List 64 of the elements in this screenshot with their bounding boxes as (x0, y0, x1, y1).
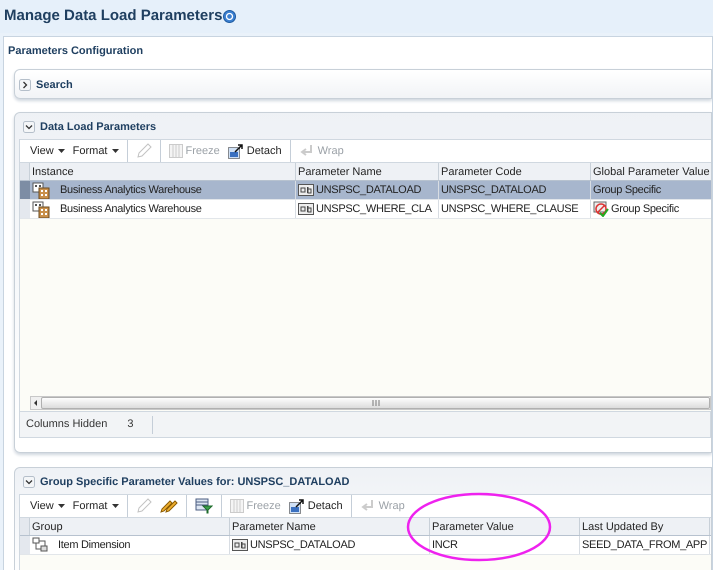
wrap-icon (360, 499, 376, 513)
table-cell-text: UNSPSC_WHERE_CLAUSE (441, 202, 578, 217)
freeze-columns-icon (230, 499, 244, 513)
table-cell-text: Business Analytics Warehouse (60, 182, 202, 198)
grip-icon (372, 400, 380, 406)
column-header[interactable]: Parameter Name (296, 163, 439, 180)
table-cell-text: UNSPSC_DATALOAD (250, 538, 356, 553)
table-cell-text: SEED_DATA_FROM_APP (582, 538, 708, 553)
freeze-columns-icon (168, 144, 182, 158)
horizontal-scrollbar[interactable] (30, 396, 711, 410)
table-row[interactable]: Item Dimension UNSPSC_DATALOAD INCR SEED_DATA_FROM_APP (20, 536, 711, 555)
select-all-corner[interactable] (20, 163, 30, 180)
table-cell-text: Item Dimension (58, 538, 130, 553)
table-cell-text: UNSPSC_WHERE_CLA (316, 202, 432, 217)
row-header[interactable] (20, 200, 30, 218)
hierarchy-icon (32, 537, 48, 553)
table-cell-text: Group Specific (593, 182, 661, 198)
collapse-icon[interactable] (23, 121, 35, 133)
detach-button[interactable]: Detach (284, 498, 347, 514)
panel-title: Group Specific Parameter Values for: UNSPSC_DATALOAD (40, 474, 350, 490)
detach-icon (288, 498, 305, 514)
table-cell-text: Business Analytics Warehouse (60, 202, 202, 217)
detach-button[interactable]: Detach (224, 142, 286, 160)
building-icon (32, 182, 50, 198)
help-icon (223, 10, 236, 23)
text-field-icon (298, 203, 314, 215)
panel-title: Search (36, 78, 73, 93)
row-header[interactable] (20, 536, 30, 554)
collapse-icon[interactable] (23, 476, 35, 488)
column-header[interactable]: Group (30, 518, 230, 535)
column-header[interactable]: Parameter Name (230, 518, 430, 535)
text-field-icon (298, 184, 314, 196)
menu-button[interactable]: View (26, 498, 69, 514)
menu-button[interactable]: Format (68, 142, 122, 160)
column-header[interactable]: Parameter Value (430, 518, 580, 535)
table-cell-text: UNSPSC_DATALOAD (441, 182, 546, 198)
detach-icon (228, 143, 244, 159)
table-cell-text: INCR (432, 538, 458, 553)
wrap-icon (298, 144, 315, 158)
columns-hidden-count: 3 (127, 417, 134, 432)
caret-icon (58, 504, 65, 508)
section-title: Parameters Configuration (8, 44, 144, 59)
caret-icon (112, 504, 118, 508)
caret-icon (58, 149, 65, 153)
table-cell-text: Group Specific (611, 202, 679, 217)
expand-icon[interactable] (19, 79, 31, 91)
row-header[interactable] (20, 181, 30, 199)
columns-hidden-label: Columns Hidden (26, 417, 108, 432)
column-header[interactable]: Global Parameter Value (591, 163, 711, 180)
building-icon (32, 200, 50, 218)
override-icon (593, 201, 609, 217)
column-header[interactable]: Parameter Code (439, 163, 591, 180)
caret-icon (112, 149, 118, 153)
text-field-icon (232, 539, 248, 551)
panel-title: Data Load Parameters (40, 120, 156, 135)
table-row[interactable]: Business Analytics Warehouse UNSPSC_DATALOAD UNSPSC_DATALOAD Group Specific (20, 181, 711, 200)
table-cell-text: UNSPSC_DATALOAD (316, 182, 422, 198)
page-title: Manage Data Load Parameters (4, 6, 222, 26)
menu-button[interactable]: Format (68, 498, 122, 514)
column-header[interactable]: Last Updated By (580, 518, 710, 535)
select-all-corner[interactable] (20, 518, 30, 535)
menu-button[interactable]: View (26, 142, 69, 160)
table-row[interactable]: Business Analytics Warehouse UNSPSC_WHERE_CLA UNSPSC_WHERE_CLAUSE Group Specific (20, 200, 711, 219)
column-header[interactable]: Instance (30, 163, 296, 180)
